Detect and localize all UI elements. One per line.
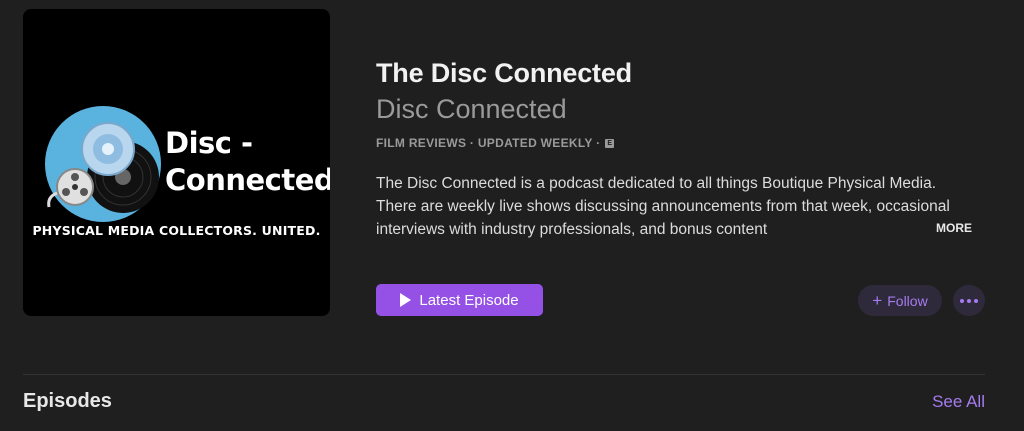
episodes-heading: Episodes [23,390,112,412]
follow-button[interactable]: + Follow [858,285,942,316]
artwork-title-line1: Disc - [165,126,253,160]
more-options-button[interactable] [953,285,985,316]
plus-icon: + [872,291,883,310]
podcast-author-link[interactable]: Disc Connected [376,94,567,125]
ellipsis-dot [974,298,978,303]
play-icon [400,293,412,307]
ellipsis-icon [960,298,964,303]
artwork-tagline: PHYSICAL MEDIA COLLECTORS. UNITED. [32,223,321,238]
podcast-meta-text: FILM REVIEWS · UPDATED WEEKLY · [376,136,601,150]
artwork-title-line2: Connected [165,163,330,197]
follow-label: Follow [887,292,928,309]
latest-episode-button[interactable]: Latest Episode [376,284,543,316]
podcast-artwork[interactable]: Disc - Connected PHYSICAL MEDIA COLLECTO… [23,9,330,316]
more-button[interactable]: MORE [930,221,972,235]
explicit-icon: E [605,138,615,148]
ellipsis-dot [967,298,971,303]
see-all-link[interactable]: See All [932,392,985,412]
podcast-title: The Disc Connected [376,58,632,88]
latest-episode-label: Latest Episode [419,291,519,309]
podcast-description: The Disc Connected is a podcast dedicate… [376,175,950,238]
divider [23,374,985,375]
podcast-meta: FILM REVIEWS · UPDATED WEEKLY · E [376,136,615,150]
